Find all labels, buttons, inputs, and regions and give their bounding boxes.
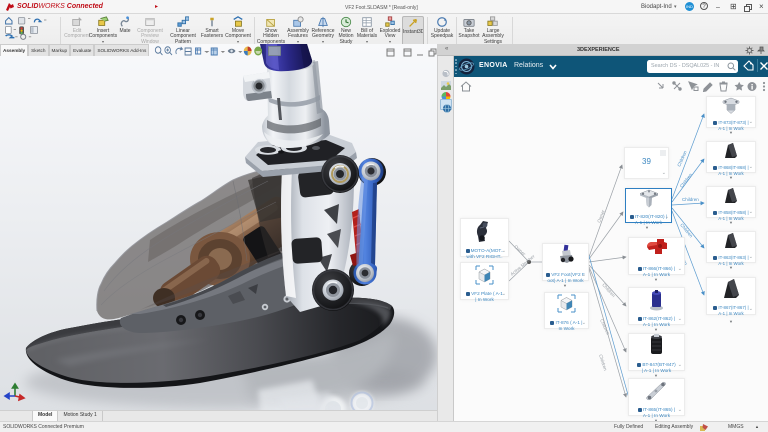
svg-text:Children: Children [676, 150, 688, 168]
svg-text:Children: Children [598, 354, 608, 372]
svg-text:Children: Children [601, 282, 616, 298]
svg-text:Owner: Owner [596, 209, 606, 224]
svg-text:Active Member: Active Member [509, 253, 536, 276]
svg-text:Children: Children [682, 197, 699, 202]
svg-text:Owner: Owner [513, 244, 527, 257]
